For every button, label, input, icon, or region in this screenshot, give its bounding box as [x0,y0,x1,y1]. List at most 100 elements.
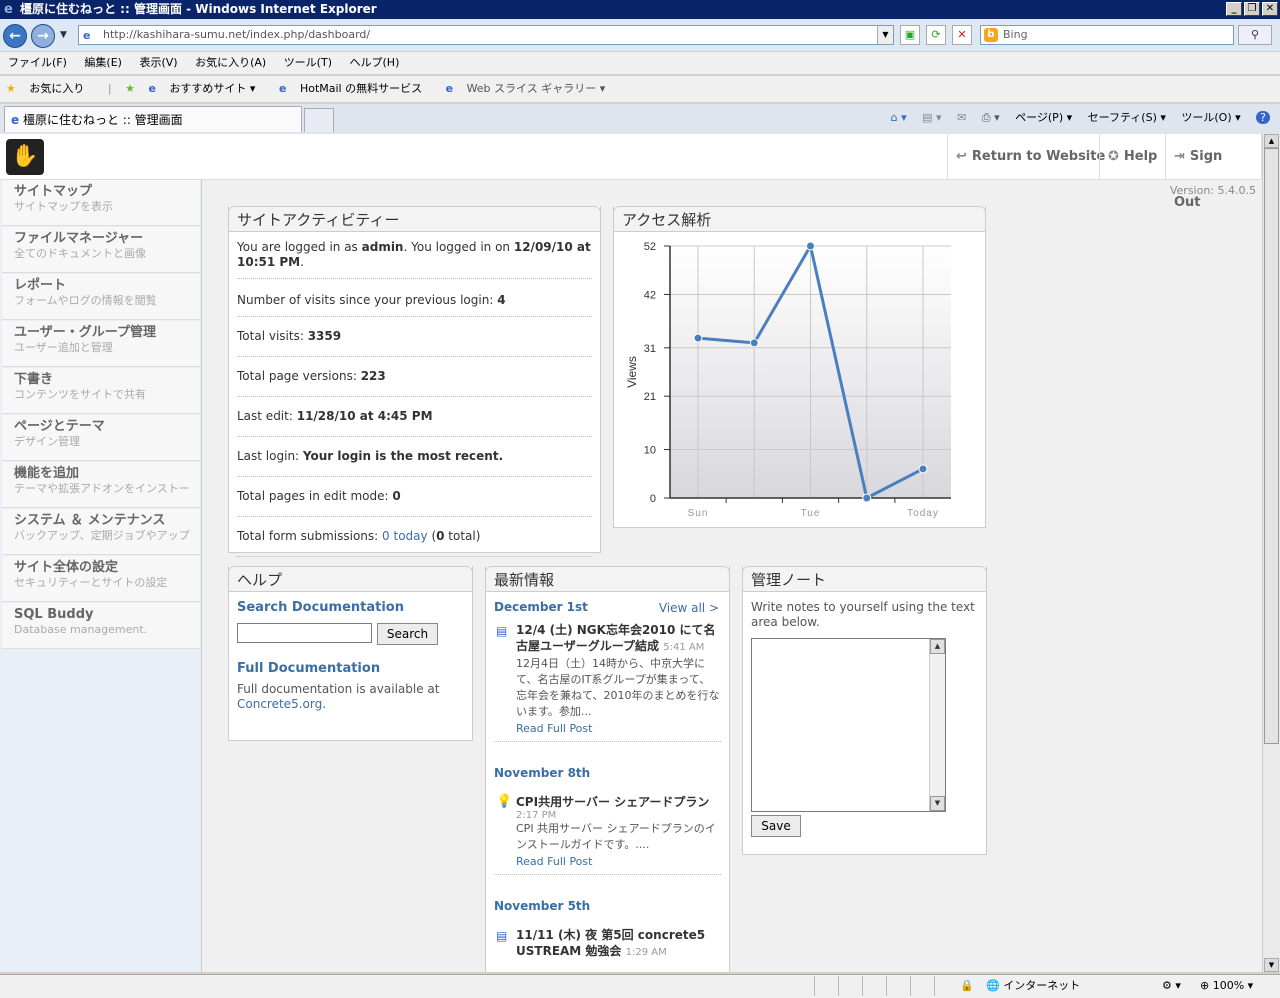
form-total-word: total) [444,529,481,543]
concrete5-logo[interactable]: ✋ [6,139,44,175]
news-title[interactable]: 11/11 (木) 夜 第5回 concrete5 USTREAM 勉強会 1:… [516,927,721,961]
help-button[interactable]: ✪ Help [1099,134,1167,180]
scroll-up-icon[interactable]: ▲ [930,639,945,654]
x-tick-label: Tue [801,508,821,519]
save-notes-button[interactable]: Save [751,815,801,837]
tab-active[interactable]: e 橿原に住むねっと :: 管理画面 [4,106,302,132]
tools-menu[interactable]: ツール(O) ▾ [1181,111,1240,124]
feeds-icon[interactable]: ▤ ▾ [922,111,941,124]
news-item: ▤ 11/11 (木) 夜 第5回 concrete5 USTREAM 勉強会 … [494,927,721,961]
minimize-button[interactable]: _ [1226,2,1242,16]
scroll-up-icon[interactable]: ▲ [1264,134,1279,148]
url-dropdown-icon[interactable]: ▼ [877,26,893,44]
form-today-link[interactable]: 0 [382,529,390,543]
compat-view-icon[interactable]: ▣ [900,25,920,45]
safety-menu[interactable]: セーフティ(S) ▾ [1088,111,1166,124]
scroll-thumb[interactable] [1264,148,1279,744]
sidebar-item-desc: サイトマップを表示 [14,200,113,213]
news-title[interactable]: CPI共用サーバー シェアードプラン [516,794,721,810]
last-edit-value: 11/28/10 at 4:45 PM [296,409,433,423]
view-all-link[interactable]: View all > [659,601,719,615]
sidebar-item-settings[interactable]: サイト全体の設定 セキュリティーとサイトの設定 [2,556,200,602]
menu-tools[interactable]: ツール(T) [284,56,332,69]
scroll-down-icon[interactable]: ▼ [930,796,945,811]
add-favorite-icon[interactable]: ★ [125,82,135,95]
new-tab-button[interactable] [304,108,334,132]
visits-since-login: Number of visits since your previous log… [237,279,592,317]
doc-search-button[interactable]: Search [377,623,438,645]
total-visits: Total visits: 3359 [237,317,592,357]
sidebar-item-title: ファイルマネージャー [14,231,144,246]
refresh-icon[interactable]: ⟳ [926,25,946,45]
help-panel: ヘルプ Search Documentation Search Full Doc… [228,566,473,741]
close-window-button[interactable]: ✕ [1262,2,1278,16]
scroll-down-icon[interactable]: ▼ [1264,958,1279,972]
read-full-post-link[interactable]: Read Full Post [516,722,721,735]
sidebar-item-title: SQL Buddy [14,607,94,622]
sidebar-item-sitemap[interactable]: サイトマップ サイトマップを表示 [2,180,200,226]
help-icon[interactable]: ? [1256,111,1270,124]
sidebar-item-pages-themes[interactable]: ページとテーマ デザイン管理 [2,415,200,461]
sidebar-item-users[interactable]: ユーザー・グループ管理 ユーザー追加と管理 [2,321,200,367]
sidebar-item-system[interactable]: システム ＆ メンテナンス バックアップ、定期ジョブやアップ [2,509,200,555]
sidebar-item-file-manager[interactable]: ファイルマネージャー 全てのドキュメントと画像 [2,227,200,273]
visits-label: Number of visits since your previous log… [237,293,498,307]
notes-textarea[interactable]: ▲ ▼ [751,638,946,812]
sidebar-item-drafts[interactable]: 下書き コンテンツをサイトで共有 [2,368,200,414]
page-scrollbar[interactable]: ▲ ▼ [1262,134,1280,972]
sidebar-item-desc: セキュリティーとサイトの設定 [14,576,168,589]
analytics-panel: アクセス解析 0 10 21 31 42 52 Sun Tue Today Views [613,206,986,528]
news-date: December 1st [494,600,588,614]
concrete5-link[interactable]: Concrete5.org [237,697,322,711]
forward-button[interactable]: → [31,24,55,48]
dashboard-header: ✋ ↩ Return to Website ✪ Help ⇥ Sign Out [0,134,1262,210]
full-doc-text: Full documentation is available at [237,682,440,696]
bing-icon: b [984,28,998,42]
sign-out-button[interactable]: ⇥ Sign Out [1165,134,1262,210]
news-title[interactable]: 12/4 (土) NGK忘年会2010 にて名古屋ユーザーグループ結成 5:41… [516,622,721,656]
sidebar-item-desc: フォームやログの情報を閲覧 [14,294,157,307]
sidebar-item-add-functionality[interactable]: 機能を追加 テーマや拡張アドオンをインストー [2,462,200,508]
login-user: admin [361,240,404,254]
fav-item-hotmail[interactable]: e HotMail の無料サービス [279,82,432,95]
read-full-post-link[interactable]: Read Full Post [516,855,721,868]
textarea-scrollbar[interactable]: ▲ ▼ [929,639,945,811]
data-point [693,333,703,343]
login-prefix: You are logged in as [237,240,362,254]
search-input[interactable]: b Bing [980,25,1234,45]
form-today-word[interactable]: today [394,529,428,543]
return-to-website-button[interactable]: ↩ Return to Website [947,134,1115,180]
menu-help[interactable]: ヘルプ(H) [350,56,400,69]
menu-edit[interactable]: 編集(E) [84,56,122,69]
url-text: http://kashihara-sumu.net/index.php/dash… [103,28,371,41]
return-arrow-icon: ↩ [956,149,967,164]
doc-search-input[interactable] [237,623,372,643]
search-button[interactable]: ⚲ [1238,25,1272,45]
print-icon[interactable]: ⎙ ▾ [982,111,1000,124]
home-icon[interactable]: ⌂ ▾ [891,111,907,124]
fav-item-webslice[interactable]: e Web スライス ギャラリー ▾ [446,82,616,95]
globe-icon: 🌐 [986,979,1000,992]
security-dropdown[interactable]: ⚙ ▾ [1162,976,1181,996]
status-separator [910,976,911,996]
page-menu[interactable]: ページ(P) ▾ [1015,111,1072,124]
menu-view[interactable]: 表示(V) [139,56,177,69]
y-tick-label: 10 [644,445,656,457]
mail-icon[interactable]: ✉ [957,111,966,124]
sidebar-item-reports[interactable]: レポート フォームやログの情報を閲覧 [2,274,200,320]
search-documentation-heading: Search Documentation [237,600,404,615]
sidebar-item-sql-buddy[interactable]: SQL Buddy Database management. [2,603,200,649]
url-field[interactable]: e http://kashihara-sumu.net/index.php/das… [78,25,894,45]
maximize-button[interactable]: ❐ [1244,2,1260,16]
menu-favorites[interactable]: お気に入り(A) [195,56,266,69]
back-button[interactable]: ← [3,24,27,48]
panel-title: 最新情報 [486,566,729,592]
favorites-button[interactable]: ★ お気に入り [6,82,94,95]
zoom-control[interactable]: ⊕ 100% ▾ [1200,976,1253,996]
stop-icon[interactable]: ✕ [952,25,972,45]
news-time: 2:17 PM [516,810,557,821]
menu-file[interactable]: ファイル(F) [8,56,67,69]
protected-mode-icon: 🔒 [960,979,974,992]
fav-item-suggested[interactable]: e おすすめサイト ▾ [148,82,265,95]
history-dropdown-icon[interactable]: ▼ [60,30,67,40]
